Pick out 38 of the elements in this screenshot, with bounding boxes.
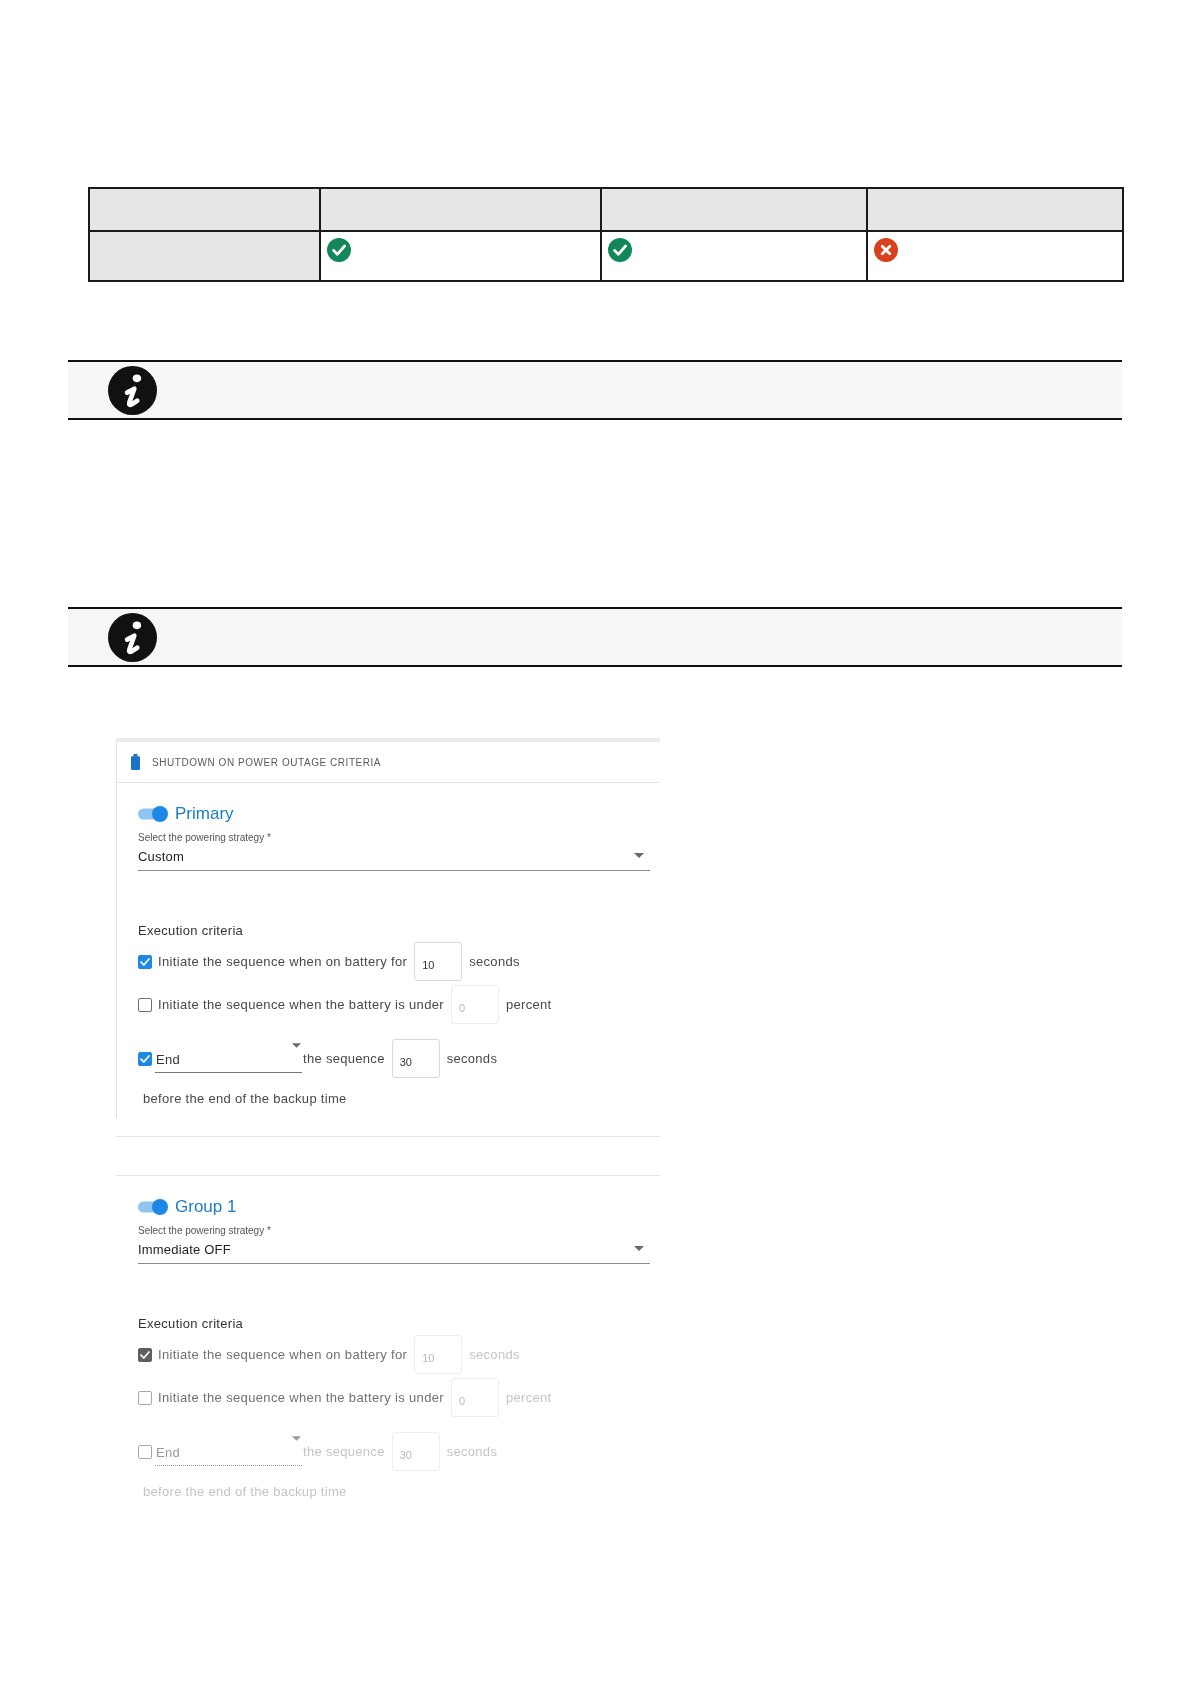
row-label: the sequence (303, 1051, 385, 1066)
row-note: before the end of the backup time (143, 1090, 347, 1108)
unit-label: percent (506, 997, 552, 1012)
field-label: Select the powering strategy * (138, 1225, 271, 1237)
number-field[interactable]: 10 (414, 942, 463, 981)
caret-icon (292, 1435, 301, 1441)
field-label: Select the powering strategy * (138, 832, 271, 844)
caret-icon (634, 1246, 644, 1251)
checkbox-label: Initiate the sequence when on battery for (158, 1347, 408, 1362)
strategy-select[interactable]: Immediate OFF (138, 1241, 650, 1264)
row-note: before the end of the backup time (143, 1483, 347, 1501)
toggle-switch[interactable] (138, 806, 168, 822)
group-title: Primary (175, 804, 234, 824)
strategy-select[interactable]: Custom (138, 848, 650, 871)
info-icon (108, 365, 157, 415)
info-icon (108, 612, 157, 662)
group-title: Group 1 (175, 1197, 237, 1217)
number-field[interactable]: 30 (391, 1039, 440, 1078)
checkbox-label: Initiate the sequence when the battery is under (158, 997, 444, 1012)
checkbox[interactable] (138, 1051, 152, 1066)
unit-label: seconds (469, 1347, 520, 1362)
battery-icon (131, 754, 140, 770)
unit-label: seconds (446, 1444, 498, 1459)
checkbox[interactable] (138, 954, 152, 969)
section-label: Execution criteria (138, 922, 244, 940)
checkbox[interactable] (138, 997, 152, 1012)
unit-label: seconds (469, 954, 520, 969)
unit-label: seconds (446, 1051, 498, 1066)
panel-title: SHUTDOWN ON POWER OUTAGE CRITERIA (152, 756, 382, 768)
checkbox-label: Initiate the sequence when the battery is under (158, 1390, 444, 1405)
row-label: the sequence (303, 1444, 385, 1459)
caret-icon (634, 853, 644, 858)
checkbox-label: Initiate the sequence when on battery for (158, 954, 408, 969)
toggle-switch[interactable] (138, 1199, 168, 1215)
section-label: Execution criteria (138, 1315, 244, 1333)
mode-select[interactable]: End (155, 1044, 302, 1073)
caret-icon (292, 1042, 301, 1048)
unit-label: percent (506, 1390, 552, 1405)
